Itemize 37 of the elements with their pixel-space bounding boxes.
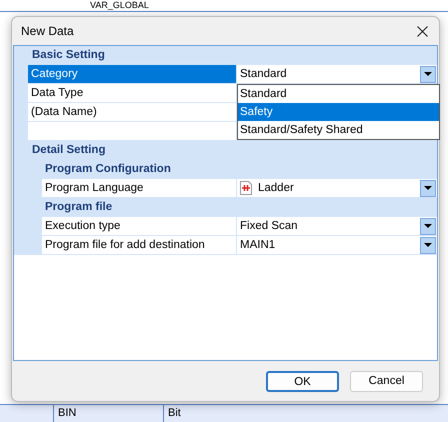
window-title: New Data xyxy=(21,23,74,40)
section-header: Detail Setting xyxy=(31,144,106,156)
section-header: Basic Setting xyxy=(31,49,105,61)
cell-text: VAR_GLOBAL xyxy=(90,0,149,11)
property-label[interactable]: (Data Name) xyxy=(28,103,237,122)
property-label[interactable]: Program Language xyxy=(42,179,237,198)
dropdown-option[interactable]: Safety xyxy=(238,103,439,121)
property-label[interactable]: Category xyxy=(28,65,237,84)
close-icon xyxy=(416,26,428,36)
table-cell: BIN xyxy=(53,405,163,422)
value-cell[interactable]: Ladder xyxy=(237,179,437,198)
property-value: Ladder xyxy=(258,181,295,196)
dropdown-option[interactable]: Standard/Safety Shared xyxy=(238,121,439,139)
dialog-button[interactable]: OK xyxy=(266,370,339,392)
dropdown-button[interactable] xyxy=(420,218,436,234)
caret-icon xyxy=(424,72,432,76)
section-header: Program file xyxy=(44,201,112,213)
dialog-button[interactable]: Cancel xyxy=(350,370,423,392)
caret-icon xyxy=(424,186,432,190)
caret-icon xyxy=(424,224,432,228)
value-cell[interactable]: MAIN1 xyxy=(237,236,437,255)
section-header: Program Configuration xyxy=(44,163,171,175)
dropdown-option[interactable]: Standard xyxy=(238,85,439,103)
property-value: Standard xyxy=(240,67,288,82)
property-label[interactable]: Execution type xyxy=(42,217,237,236)
property-value: Fixed Scan xyxy=(240,219,299,234)
caret-icon xyxy=(424,243,432,247)
property-label[interactable]: Data Type xyxy=(28,84,237,103)
dropdown-button[interactable] xyxy=(420,236,436,254)
ladder-icon xyxy=(240,181,252,195)
value-cell[interactable]: Standard xyxy=(237,65,437,84)
property-value: MAIN1 xyxy=(240,238,276,253)
value-cell[interactable]: Fixed Scan xyxy=(237,217,437,236)
property-label[interactable]: Program file for add destination xyxy=(42,236,237,255)
dropdown-button[interactable] xyxy=(420,180,436,196)
table-cell: Bit xyxy=(163,405,363,422)
dropdown-button[interactable] xyxy=(420,66,436,82)
